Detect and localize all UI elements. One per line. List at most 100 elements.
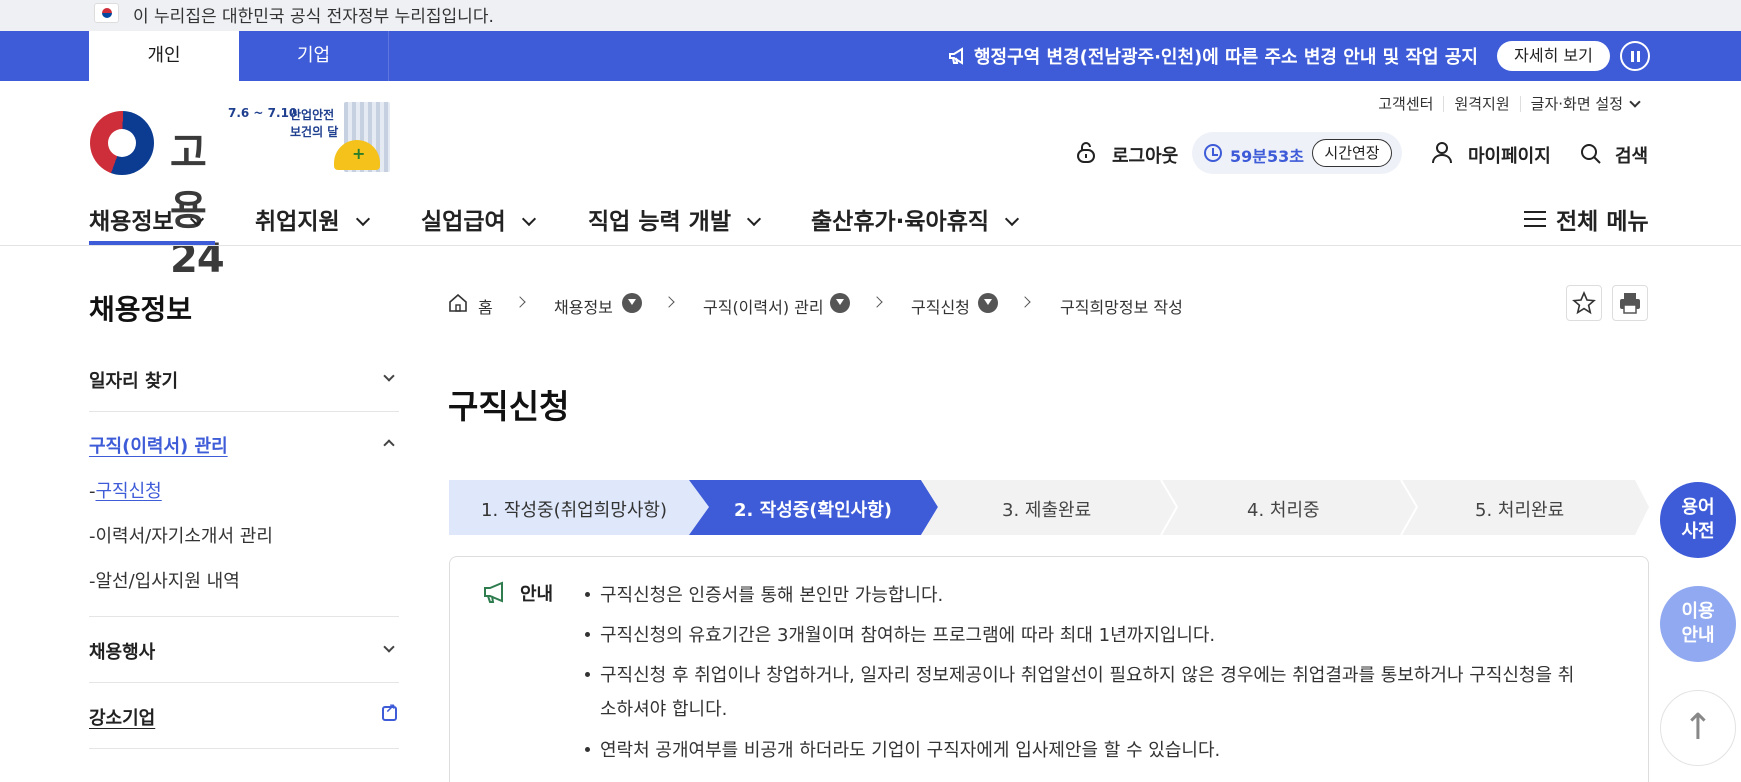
gnb-label: 출산휴가·육아휴직 (811, 209, 990, 235)
external-link-icon (382, 702, 397, 721)
user-icon (1432, 142, 1452, 164)
customer-center-link[interactable]: 고객센터 (1368, 96, 1443, 112)
display-settings-link[interactable]: 글자·화면 설정 (1519, 96, 1649, 112)
info-line: 구직신청의 유효기간은 3개월이며 참여하는 프로그램에 따라 최대 1년까지입… (600, 625, 1216, 646)
all-menu-button[interactable]: 전체 메뉴 (1524, 202, 1649, 236)
info-box: 안내 구직신청은 인증서를 통해 본인만 가능합니다. 구직신청의 유효기간은 … (449, 556, 1649, 782)
chevron-up-icon (383, 439, 395, 451)
print-button[interactable] (1612, 285, 1648, 321)
info-line: 구직신청 후 취업이나 창업하거나, 일자리 정보제공이나 취업알선이 필요하지… (600, 665, 1575, 686)
sidebar-sub-label: 알선/입사지원 내역 (95, 571, 240, 592)
sidebar-divider (89, 411, 399, 412)
chevron-down-icon (746, 211, 762, 227)
chevron-down-icon (355, 211, 370, 227)
promo-date: 7.6 ~ 7.10 (228, 106, 298, 120)
guide-label: 이용 안내 (1681, 600, 1714, 648)
glossary-line-2: 사전 (1681, 521, 1715, 542)
mypage-link[interactable]: 마이페이지 (1468, 142, 1551, 168)
sidebar-divider (89, 748, 399, 749)
info-label: 안내 (520, 584, 554, 605)
chevron-down-icon (383, 370, 395, 382)
sidebar-sub-resume[interactable]: -이력서/자기소개서 관리 (89, 522, 273, 548)
breadcrumb-resume-manage[interactable]: 구직(이력서) 관리 (703, 294, 824, 318)
gov-banner-text: 이 누리집은 대한민국 공식 전자정부 누리집입니다. (133, 7, 494, 27)
breadcrumb-jobs[interactable]: 채용정보 (554, 294, 613, 318)
page-title: 구직신청 (448, 387, 570, 426)
chevron-down-icon (1004, 211, 1020, 227)
sidebar-item-label: 구직(이력서) 관리 (89, 436, 228, 457)
bullet-icon (585, 632, 590, 637)
search-button[interactable]: 검색 (1615, 142, 1648, 168)
glossary-button[interactable]: 용어사전 (1660, 482, 1736, 558)
sidebar-item-job-search[interactable]: 일자리 찾기 (89, 367, 399, 393)
gnb-item-unemployment-benefit[interactable]: 실업급여 (421, 202, 536, 236)
chevron-down-icon (521, 211, 536, 227)
top-nav: 개인 기업 행정구역 변경(전남광주·인천)에 따른 주소 변경 안내 및 작업… (0, 31, 1741, 81)
search-icon (1581, 144, 1601, 164)
tab-personal[interactable]: 개인 (89, 31, 239, 81)
info-line: 구직신청은 인증서를 통해 본인만 가능합니다. (600, 585, 944, 606)
chevron-right-icon (514, 296, 526, 308)
megaphone-icon (949, 47, 963, 65)
favorite-button[interactable] (1566, 285, 1602, 321)
scroll-top-button[interactable]: ↑ (1660, 690, 1736, 766)
step-4: 4. 처리중 (1247, 500, 1320, 521)
utility-links: 고객센터 원격지원 글자·화면 설정 (1368, 96, 1649, 112)
logo-text: 고용24 (170, 130, 225, 282)
gov-banner: 이 누리집은 대한민국 공식 전자정부 누리집입니다. (0, 0, 1741, 31)
glossary-line-1: 용어 (1681, 497, 1715, 518)
usage-guide-button[interactable]: 이용 안내 (1660, 586, 1736, 662)
tab-corporate[interactable]: 기업 (239, 31, 389, 81)
dropdown-icon[interactable] (830, 293, 850, 313)
gnb-label: 채용정보 (89, 209, 174, 235)
logout-button[interactable]: 로그아웃 (1112, 142, 1178, 168)
chevron-right-icon (1019, 296, 1031, 308)
sidebar-divider (89, 616, 399, 617)
clock-icon (1204, 144, 1222, 162)
sidebar-sub-label: 이력서/자기소개서 관리 (95, 526, 273, 547)
sidebar-item-job-fairs[interactable]: 채용행사 (89, 638, 399, 664)
gov-emblem-icon (90, 111, 154, 175)
notice-more-button[interactable]: 자세히 보기 (1497, 41, 1610, 71)
arrow-up-icon: ↑ (1682, 707, 1714, 748)
gnb-divider (0, 245, 1741, 246)
gnb-item-leave[interactable]: 출산휴가·육아휴직 (811, 202, 1020, 236)
hamburger-icon (1524, 211, 1546, 227)
home-icon[interactable] (448, 294, 468, 312)
dropdown-icon[interactable] (978, 293, 998, 313)
promo-line2: 보건의 달 (290, 125, 339, 139)
all-menu-label: 전체 메뉴 (1556, 209, 1649, 235)
remote-support-link[interactable]: 원격지원 (1443, 96, 1519, 112)
info-line-cont: 소하셔야 합니다. (600, 699, 728, 720)
gnb-item-jobs[interactable]: 채용정보 (89, 202, 204, 236)
chevron-down-icon (383, 641, 395, 653)
bullet-icon (585, 592, 590, 597)
lock-icon (1077, 142, 1095, 163)
star-icon (1572, 291, 1596, 315)
megaphone-icon (484, 581, 503, 603)
extend-session-button[interactable]: 시간연장 (1312, 139, 1392, 167)
promo-line1: 산업안전 (290, 108, 335, 122)
breadcrumb-home[interactable]: 홈 (478, 294, 493, 318)
sidebar-item-small-giants[interactable]: 강소기업 (89, 702, 399, 730)
chevron-right-icon (871, 296, 883, 308)
sidebar-sub-job-apply[interactable]: -구직신청 (89, 477, 162, 503)
gnb-item-employment-support[interactable]: 취업지원 (255, 202, 370, 236)
step-2-current: 2. 작성중(확인사항) (734, 500, 893, 521)
sidebar-item-resume-manage[interactable]: 구직(이력서) 관리 (89, 432, 399, 458)
gnb-label: 취업지원 (255, 209, 340, 235)
dropdown-icon[interactable] (622, 293, 642, 313)
sidebar-sub-placement[interactable]: -알선/입사지원 내역 (89, 567, 240, 593)
notice-text[interactable]: 행정구역 변경(전남광주·인천)에 따른 주소 변경 안내 및 작업 공지 (974, 43, 1478, 69)
session-timer: 59분53초 시간연장 (1192, 132, 1402, 174)
breadcrumb-job-apply[interactable]: 구직신청 (911, 294, 970, 318)
step-progress: 1. 작성중(취업희망사항) 2. 작성중(확인사항) 3. 제출완료 4. 처… (449, 480, 1649, 535)
gnb-item-skills[interactable]: 직업 능력 개발 (588, 202, 762, 236)
glossary-label: 용어사전 (1681, 496, 1714, 544)
pause-icon[interactable] (1620, 41, 1650, 71)
guide-line-2: 안내 (1681, 625, 1715, 646)
chevron-down-icon (1629, 96, 1641, 108)
sidebar-item-label: 채용행사 (89, 642, 156, 663)
chevron-down-icon (189, 211, 204, 227)
bullet-icon (585, 672, 590, 677)
